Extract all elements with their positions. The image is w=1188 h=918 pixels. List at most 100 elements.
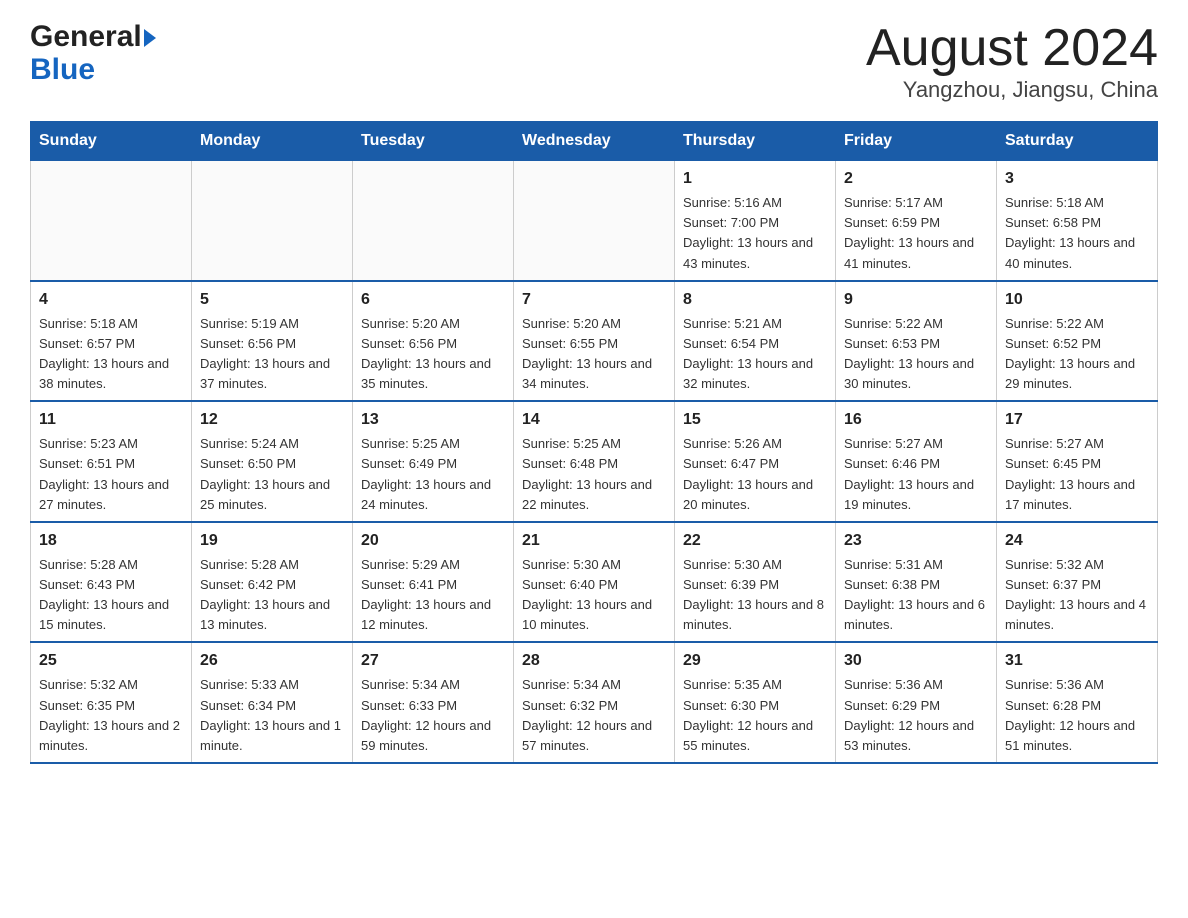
day-number: 16 [844,408,988,432]
day-number: 26 [200,649,344,673]
day-info: Sunrise: 5:18 AM Sunset: 6:57 PM Dayligh… [39,314,183,395]
calendar-cell: 17Sunrise: 5:27 AM Sunset: 6:45 PM Dayli… [997,401,1158,522]
calendar-cell [192,161,353,281]
calendar-header: SundayMondayTuesdayWednesdayThursdayFrid… [31,122,1158,161]
day-info: Sunrise: 5:23 AM Sunset: 6:51 PM Dayligh… [39,434,183,515]
calendar-cell: 30Sunrise: 5:36 AM Sunset: 6:29 PM Dayli… [836,642,997,763]
calendar-cell: 3Sunrise: 5:18 AM Sunset: 6:58 PM Daylig… [997,161,1158,281]
calendar-cell: 14Sunrise: 5:25 AM Sunset: 6:48 PM Dayli… [514,401,675,522]
page-header: General Blue August 2024 Yangzhou, Jiang… [30,20,1158,103]
day-number: 27 [361,649,505,673]
day-info: Sunrise: 5:18 AM Sunset: 6:58 PM Dayligh… [1005,193,1149,274]
calendar-cell [31,161,192,281]
day-info: Sunrise: 5:25 AM Sunset: 6:49 PM Dayligh… [361,434,505,515]
week-row-2: 4Sunrise: 5:18 AM Sunset: 6:57 PM Daylig… [31,281,1158,402]
calendar-cell: 29Sunrise: 5:35 AM Sunset: 6:30 PM Dayli… [675,642,836,763]
header-cell-thursday: Thursday [675,122,836,161]
day-number: 24 [1005,529,1149,553]
calendar-cell: 2Sunrise: 5:17 AM Sunset: 6:59 PM Daylig… [836,161,997,281]
calendar-cell: 15Sunrise: 5:26 AM Sunset: 6:47 PM Dayli… [675,401,836,522]
calendar-cell: 6Sunrise: 5:20 AM Sunset: 6:56 PM Daylig… [353,281,514,402]
calendar-cell: 1Sunrise: 5:16 AM Sunset: 7:00 PM Daylig… [675,161,836,281]
day-info: Sunrise: 5:30 AM Sunset: 6:39 PM Dayligh… [683,555,827,636]
logo-general-text: General [30,20,142,53]
day-info: Sunrise: 5:35 AM Sunset: 6:30 PM Dayligh… [683,675,827,756]
header-cell-sunday: Sunday [31,122,192,161]
day-info: Sunrise: 5:22 AM Sunset: 6:53 PM Dayligh… [844,314,988,395]
logo-arrow-icon [144,29,156,47]
header-row: SundayMondayTuesdayWednesdayThursdayFrid… [31,122,1158,161]
calendar-cell: 23Sunrise: 5:31 AM Sunset: 6:38 PM Dayli… [836,522,997,643]
day-info: Sunrise: 5:36 AM Sunset: 6:29 PM Dayligh… [844,675,988,756]
day-number: 22 [683,529,827,553]
day-info: Sunrise: 5:20 AM Sunset: 6:55 PM Dayligh… [522,314,666,395]
calendar-cell: 20Sunrise: 5:29 AM Sunset: 6:41 PM Dayli… [353,522,514,643]
header-cell-wednesday: Wednesday [514,122,675,161]
header-cell-monday: Monday [192,122,353,161]
day-info: Sunrise: 5:26 AM Sunset: 6:47 PM Dayligh… [683,434,827,515]
calendar-subtitle: Yangzhou, Jiangsu, China [866,77,1158,103]
week-row-4: 18Sunrise: 5:28 AM Sunset: 6:43 PM Dayli… [31,522,1158,643]
calendar-cell: 9Sunrise: 5:22 AM Sunset: 6:53 PM Daylig… [836,281,997,402]
calendar-cell: 5Sunrise: 5:19 AM Sunset: 6:56 PM Daylig… [192,281,353,402]
calendar-cell: 7Sunrise: 5:20 AM Sunset: 6:55 PM Daylig… [514,281,675,402]
calendar-table: SundayMondayTuesdayWednesdayThursdayFrid… [30,121,1158,764]
day-number: 17 [1005,408,1149,432]
day-number: 2 [844,167,988,191]
day-info: Sunrise: 5:16 AM Sunset: 7:00 PM Dayligh… [683,193,827,274]
calendar-cell: 16Sunrise: 5:27 AM Sunset: 6:46 PM Dayli… [836,401,997,522]
calendar-cell [514,161,675,281]
day-number: 31 [1005,649,1149,673]
calendar-title-block: August 2024 Yangzhou, Jiangsu, China [866,20,1158,103]
day-number: 10 [1005,288,1149,312]
week-row-3: 11Sunrise: 5:23 AM Sunset: 6:51 PM Dayli… [31,401,1158,522]
day-number: 20 [361,529,505,553]
day-info: Sunrise: 5:33 AM Sunset: 6:34 PM Dayligh… [200,675,344,756]
calendar-cell: 13Sunrise: 5:25 AM Sunset: 6:49 PM Dayli… [353,401,514,522]
calendar-cell: 18Sunrise: 5:28 AM Sunset: 6:43 PM Dayli… [31,522,192,643]
day-info: Sunrise: 5:31 AM Sunset: 6:38 PM Dayligh… [844,555,988,636]
day-info: Sunrise: 5:27 AM Sunset: 6:46 PM Dayligh… [844,434,988,515]
day-info: Sunrise: 5:21 AM Sunset: 6:54 PM Dayligh… [683,314,827,395]
day-number: 1 [683,167,827,191]
day-number: 13 [361,408,505,432]
calendar-cell: 21Sunrise: 5:30 AM Sunset: 6:40 PM Dayli… [514,522,675,643]
day-number: 5 [200,288,344,312]
header-cell-saturday: Saturday [997,122,1158,161]
day-number: 9 [844,288,988,312]
day-number: 28 [522,649,666,673]
calendar-cell: 26Sunrise: 5:33 AM Sunset: 6:34 PM Dayli… [192,642,353,763]
calendar-cell: 31Sunrise: 5:36 AM Sunset: 6:28 PM Dayli… [997,642,1158,763]
day-info: Sunrise: 5:17 AM Sunset: 6:59 PM Dayligh… [844,193,988,274]
calendar-cell [353,161,514,281]
day-number: 25 [39,649,183,673]
day-number: 29 [683,649,827,673]
calendar-cell: 11Sunrise: 5:23 AM Sunset: 6:51 PM Dayli… [31,401,192,522]
logo-blue-text: Blue [30,53,95,86]
calendar-cell: 27Sunrise: 5:34 AM Sunset: 6:33 PM Dayli… [353,642,514,763]
day-info: Sunrise: 5:32 AM Sunset: 6:35 PM Dayligh… [39,675,183,756]
week-row-5: 25Sunrise: 5:32 AM Sunset: 6:35 PM Dayli… [31,642,1158,763]
week-row-1: 1Sunrise: 5:16 AM Sunset: 7:00 PM Daylig… [31,161,1158,281]
day-number: 23 [844,529,988,553]
calendar-cell: 10Sunrise: 5:22 AM Sunset: 6:52 PM Dayli… [997,281,1158,402]
day-number: 15 [683,408,827,432]
calendar-cell: 25Sunrise: 5:32 AM Sunset: 6:35 PM Dayli… [31,642,192,763]
day-number: 19 [200,529,344,553]
day-info: Sunrise: 5:24 AM Sunset: 6:50 PM Dayligh… [200,434,344,515]
header-cell-friday: Friday [836,122,997,161]
header-cell-tuesday: Tuesday [353,122,514,161]
day-info: Sunrise: 5:30 AM Sunset: 6:40 PM Dayligh… [522,555,666,636]
day-info: Sunrise: 5:34 AM Sunset: 6:33 PM Dayligh… [361,675,505,756]
day-number: 21 [522,529,666,553]
day-number: 4 [39,288,183,312]
day-info: Sunrise: 5:28 AM Sunset: 6:42 PM Dayligh… [200,555,344,636]
day-number: 14 [522,408,666,432]
day-info: Sunrise: 5:27 AM Sunset: 6:45 PM Dayligh… [1005,434,1149,515]
day-number: 7 [522,288,666,312]
calendar-cell: 12Sunrise: 5:24 AM Sunset: 6:50 PM Dayli… [192,401,353,522]
calendar-title: August 2024 [866,20,1158,77]
day-info: Sunrise: 5:36 AM Sunset: 6:28 PM Dayligh… [1005,675,1149,756]
day-number: 3 [1005,167,1149,191]
day-number: 11 [39,408,183,432]
